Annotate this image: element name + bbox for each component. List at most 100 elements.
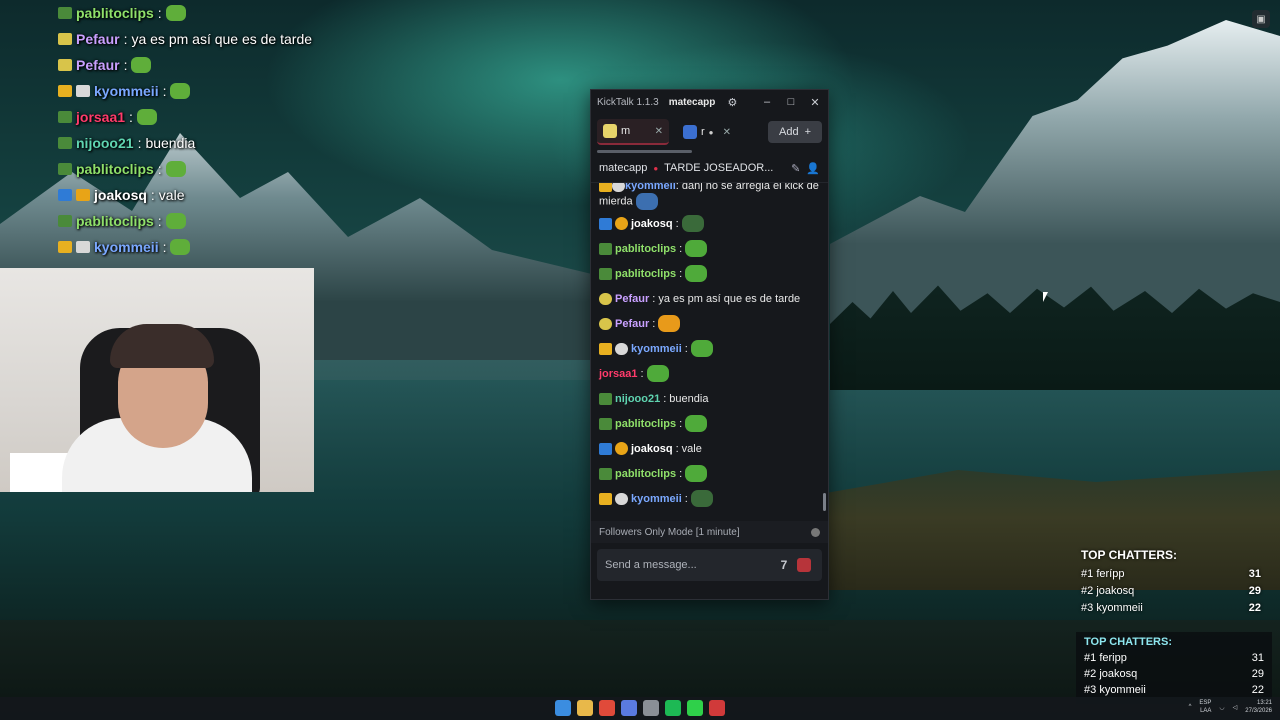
chat-messages[interactable]: kyommeii: dahj no se arregla el kick de …: [591, 183, 828, 521]
message-input[interactable]: Send a message... 7: [597, 549, 822, 581]
chat-username[interactable]: jorsaa1: [599, 367, 638, 381]
widget-toggle-icon[interactable]: ▣: [1252, 10, 1270, 28]
settings-gear-icon[interactable]: ⚙: [725, 96, 739, 109]
chat-message[interactable]: pablitoclips:: [599, 411, 820, 436]
tab-close-icon[interactable]: ✕: [655, 126, 663, 137]
chat-message[interactable]: kyommeii: dahj no se arregla el kick de …: [599, 183, 820, 211]
live-indicator-icon: ●: [653, 163, 659, 173]
chat-message[interactable]: Pefaur:: [599, 311, 820, 336]
emote-icon: [131, 57, 152, 73]
emote-icon: [165, 213, 186, 229]
badge-icon: [599, 467, 612, 480]
chat-username[interactable]: kyommeii: [631, 342, 682, 356]
chat-username[interactable]: nijooo21: [615, 392, 660, 406]
wifi-icon[interactable]: ◡: [1219, 704, 1224, 711]
emote-icon: [165, 5, 186, 21]
chat-username[interactable]: Pefaur: [615, 292, 649, 306]
chat-message[interactable]: nijooo21: buendia: [599, 386, 820, 411]
chat-username[interactable]: pablitoclips: [615, 467, 676, 481]
chat-username: Pefaur: [76, 57, 120, 73]
discord-icon[interactable]: [621, 700, 637, 716]
language-indicator[interactable]: ESP LAA: [1199, 699, 1211, 715]
tray-chevron-icon[interactable]: ^: [1189, 704, 1192, 710]
emote-icon: [685, 465, 708, 482]
chat-username[interactable]: Pefaur: [615, 317, 649, 331]
shelf: [10, 453, 70, 492]
volume-icon[interactable]: ◁: [1233, 704, 1238, 711]
top-chatter-row: #2 joakosq 29: [1084, 666, 1264, 682]
badge-icon: [599, 492, 612, 505]
tab-channel-r[interactable]: r ● ✕: [677, 120, 737, 144]
chat-username[interactable]: pablitoclips: [615, 267, 676, 281]
overlay-chat-line: pablitoclips:: [58, 156, 358, 182]
username[interactable]: matecapp: [669, 97, 716, 108]
chat-username: jorsaa1: [76, 109, 126, 125]
chat-username[interactable]: kyommeii: [625, 183, 676, 192]
chat-text: buendia: [145, 135, 196, 151]
add-channel-button[interactable]: Add +: [768, 121, 822, 143]
emote-icon: [685, 265, 708, 282]
tab-close-icon[interactable]: ✕: [723, 127, 731, 138]
tab-channel-m[interactable]: m ✕: [597, 119, 669, 145]
badge-icon: [615, 217, 628, 230]
chat-username[interactable]: joakosq: [631, 217, 673, 231]
user-list-icon[interactable]: 👤: [806, 162, 820, 175]
kick-icon[interactable]: [687, 700, 703, 716]
chat-message[interactable]: joakosq:: [599, 211, 820, 236]
system-tray: ^ ESP LAA ◡ ◁ 13:21 27/3/2026: [1189, 699, 1272, 715]
chat-message[interactable]: pablitoclips:: [599, 261, 820, 286]
overlay-chat: pablitoclips: Pefaur: ya es pm así que es …: [58, 0, 358, 260]
minimize-icon[interactable]: –: [760, 96, 774, 108]
file-explorer-icon[interactable]: [577, 700, 593, 716]
clock[interactable]: 13:21 27/3/2026: [1245, 699, 1272, 715]
top-chatters-panel: TOP CHATTERS: #1 feripp 31 #2 joakosq 29 #…: [1076, 632, 1272, 704]
close-icon[interactable]: ✕: [808, 96, 822, 109]
spotify-icon[interactable]: [665, 700, 681, 716]
chat-text: ya es pm así que es de tarde: [131, 31, 313, 47]
emote-icon: [170, 83, 191, 99]
chat-message[interactable]: kyommeii:: [599, 336, 820, 361]
chat-username[interactable]: kyommeii: [631, 492, 682, 506]
overlay-chat-line: kyommeii:: [58, 234, 358, 260]
plus-icon: +: [804, 126, 811, 138]
chat-username[interactable]: pablitoclips: [615, 242, 676, 256]
chrome-icon[interactable]: [599, 700, 615, 716]
chat-message[interactable]: pablitoclips:: [599, 461, 820, 486]
obs-icon[interactable]: [709, 700, 725, 716]
chat-message[interactable]: kyommeii:: [599, 486, 820, 511]
chat-username: kyommeii: [94, 83, 159, 99]
chat-username[interactable]: pablitoclips: [615, 417, 676, 431]
app-title: KickTalk 1.1.3: [597, 96, 659, 108]
rank: #3: [1081, 601, 1094, 614]
badge-icon: [58, 215, 72, 227]
add-label: Add: [778, 126, 799, 138]
emote-icon: [685, 240, 708, 257]
channel-avatar-icon: [603, 124, 617, 138]
chat-scrollbar[interactable]: [823, 493, 826, 511]
badge-icon: [76, 85, 90, 97]
info-icon[interactable]: [811, 527, 820, 537]
message-placeholder: Send a message...: [605, 559, 697, 571]
7tv-emote-button[interactable]: 7: [774, 555, 794, 575]
time: 13:21: [1256, 700, 1272, 706]
overlay-chat-line: pablitoclips:: [58, 208, 358, 234]
emote-icon: [165, 161, 186, 177]
badge-icon: [599, 417, 612, 430]
overlay-chat-line: Pefaur:: [58, 52, 358, 78]
chat-username: nijooo21: [76, 135, 134, 151]
badge-icon: [615, 492, 628, 505]
start-icon[interactable]: [555, 700, 571, 716]
chat-message[interactable]: joakosq: vale: [599, 436, 820, 461]
chat-username: kyommeii: [94, 239, 159, 255]
badge-icon: [58, 33, 72, 45]
steam-icon[interactable]: [643, 700, 659, 716]
kick-emote-button[interactable]: [794, 555, 814, 575]
chat-message[interactable]: pablitoclips:: [599, 236, 820, 261]
chat-message[interactable]: jorsaa1:: [599, 361, 820, 386]
pin-icon[interactable]: ✎: [791, 162, 800, 175]
maximize-icon[interactable]: □: [784, 96, 798, 108]
badge-icon: [599, 267, 612, 280]
tabs-scrollbar[interactable]: [597, 150, 822, 154]
chat-message[interactable]: Pefaur: ya es pm así que es de tarde: [599, 286, 820, 311]
chat-username[interactable]: joakosq: [631, 442, 673, 456]
